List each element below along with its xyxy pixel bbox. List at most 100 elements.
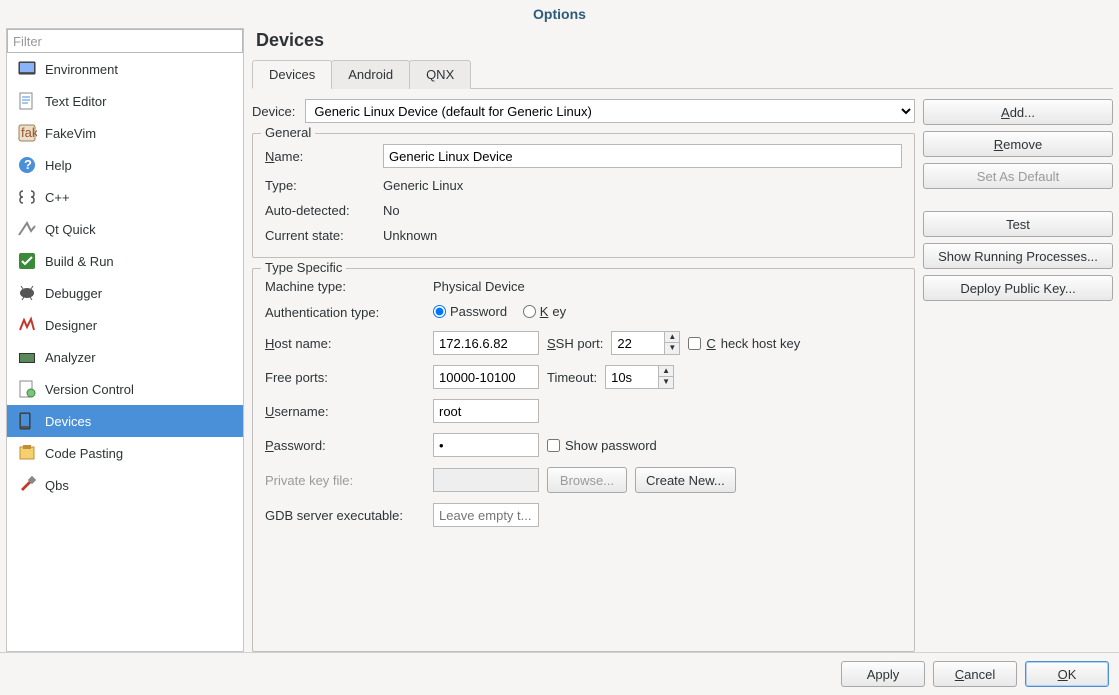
password-input[interactable] (433, 433, 539, 457)
type-specific-legend: Type Specific (261, 260, 346, 275)
sidebar-item-label: Code Pasting (45, 446, 123, 461)
sidebar-item-analyzer[interactable]: Analyzer (7, 341, 243, 373)
add-button[interactable]: Add... (923, 99, 1113, 125)
auto-label: Auto-detected: (265, 203, 375, 218)
ssh-port-spin[interactable]: ▲▼ (611, 331, 680, 355)
cancel-button[interactable]: Cancel (933, 661, 1017, 687)
qbs-icon (17, 475, 37, 495)
sidebar-item-build-run[interactable]: Build & Run (7, 245, 243, 277)
sidebar-item-label: Qbs (45, 478, 69, 493)
timeout-input[interactable] (605, 365, 659, 389)
remove-button[interactable]: Remove (923, 131, 1113, 157)
create-new-button[interactable]: Create New... (635, 467, 736, 493)
device-select[interactable]: Generic Linux Device (default for Generi… (305, 99, 915, 123)
device-name-input[interactable] (383, 144, 902, 168)
auto-value: No (383, 203, 902, 218)
environment-icon (17, 59, 37, 79)
sidebar-item-debugger[interactable]: Debugger (7, 277, 243, 309)
sidebar-item-fakevim[interactable]: fake FakeVim (7, 117, 243, 149)
build-run-icon (17, 251, 37, 271)
text-editor-icon (17, 91, 37, 111)
sidebar-item-label: Help (45, 158, 72, 173)
type-value: Generic Linux (383, 178, 902, 193)
set-default-button: Set As Default (923, 163, 1113, 189)
main-panel: Devices DevicesAndroidQNX Device: Generi… (252, 28, 1113, 652)
private-key-row: Browse... Create New... (433, 467, 902, 493)
tab-android[interactable]: Android (331, 60, 410, 89)
private-key-input (433, 468, 539, 492)
auth-key-radio[interactable]: Key (523, 304, 566, 319)
sidebar-item-label: C++ (45, 190, 70, 205)
filter-input[interactable] (7, 29, 243, 53)
sidebar-item-label: Build & Run (45, 254, 114, 269)
auth-password-radio[interactable]: Password (433, 304, 507, 319)
sidebar-item-environment[interactable]: Environment (7, 53, 243, 85)
sidebar-item-version-control[interactable]: Version Control (7, 373, 243, 405)
device-label: Device: (252, 104, 299, 119)
fakevim-icon: fake (17, 123, 37, 143)
version-control-icon (17, 379, 37, 399)
tab-qnx[interactable]: QNX (409, 60, 471, 89)
spin-down-icon[interactable]: ▼ (665, 343, 679, 354)
username-input[interactable] (433, 399, 539, 423)
sidebar-item-code-pasting[interactable]: Code Pasting (7, 437, 243, 469)
spin-down-icon[interactable]: ▼ (659, 377, 673, 388)
check-host-key-checkbox[interactable]: Check host key (688, 336, 800, 351)
sidebar: Environment Text Editor fake FakeVim ?Help C+… (6, 28, 244, 652)
sidebar-item-label: Version Control (45, 382, 134, 397)
host-row: SSH port: ▲▼ Check host key (433, 331, 902, 355)
bottom-bar: Apply Cancel OK (0, 652, 1119, 695)
svg-text:fake: fake (21, 125, 37, 140)
ssh-port-input[interactable] (611, 331, 665, 355)
free-ports-input[interactable] (433, 365, 539, 389)
freeports-row: Timeout: ▲▼ (433, 365, 902, 389)
tab-devices[interactable]: Devices (252, 60, 332, 89)
sidebar-item-label: Environment (45, 62, 118, 77)
host-name-input[interactable] (433, 331, 539, 355)
c--icon (17, 187, 37, 207)
show-password-checkbox[interactable]: Show password (547, 438, 657, 453)
browse-button: Browse... (547, 467, 627, 493)
tabs: DevicesAndroidQNX (252, 59, 1113, 89)
right-button-column: Add... Remove Set As Default Test Show R… (923, 99, 1113, 652)
spin-up-icon[interactable]: ▲ (665, 332, 679, 343)
debugger-icon (17, 283, 37, 303)
analyzer-icon (17, 347, 37, 367)
show-processes-button[interactable]: Show Running Processes... (923, 243, 1113, 269)
username-label: Username: (265, 404, 425, 419)
sidebar-item-qt-quick[interactable]: Qt Quick (7, 213, 243, 245)
options-window: Options Environment Text Editor fake FakeVi… (0, 0, 1119, 695)
machine-type-value: Physical Device (433, 279, 902, 294)
window-title: Options (0, 0, 1119, 28)
machine-type-label: Machine type: (265, 279, 425, 294)
gdb-label: GDB server executable: (265, 508, 425, 523)
sidebar-item-label: FakeVim (45, 126, 96, 141)
page-title: Devices (252, 28, 1113, 59)
sidebar-item-devices[interactable]: Devices (7, 405, 243, 437)
state-label: Current state: (265, 228, 375, 243)
test-button[interactable]: Test (923, 211, 1113, 237)
sidebar-item-label: Debugger (45, 286, 102, 301)
sidebar-item-label: Analyzer (45, 350, 96, 365)
gdb-input[interactable] (433, 503, 539, 527)
timeout-label: Timeout: (547, 370, 597, 385)
spin-up-icon[interactable]: ▲ (659, 366, 673, 377)
ok-button[interactable]: OK (1025, 661, 1109, 687)
sidebar-item-designer[interactable]: Designer (7, 309, 243, 341)
code-pasting-icon (17, 443, 37, 463)
state-value: Unknown (383, 228, 902, 243)
timeout-spin[interactable]: ▲▼ (605, 365, 674, 389)
apply-button[interactable]: Apply (841, 661, 925, 687)
sidebar-item-text-editor[interactable]: Text Editor (7, 85, 243, 117)
deploy-key-button[interactable]: Deploy Public Key... (923, 275, 1113, 301)
tab-left: Device: Generic Linux Device (default fo… (252, 99, 915, 652)
qt-quick-icon (17, 219, 37, 239)
sidebar-item-help[interactable]: ?Help (7, 149, 243, 181)
sidebar-item-qbs[interactable]: Qbs (7, 469, 243, 501)
type-label: Type: (265, 178, 375, 193)
sidebar-item-c-[interactable]: C++ (7, 181, 243, 213)
auth-type-label: Authentication type: (265, 305, 425, 320)
auth-type-group: Password Key (433, 304, 902, 321)
general-legend: General (261, 125, 315, 140)
type-specific-fieldset: Type Specific Machine type: Physical Dev… (252, 268, 915, 652)
